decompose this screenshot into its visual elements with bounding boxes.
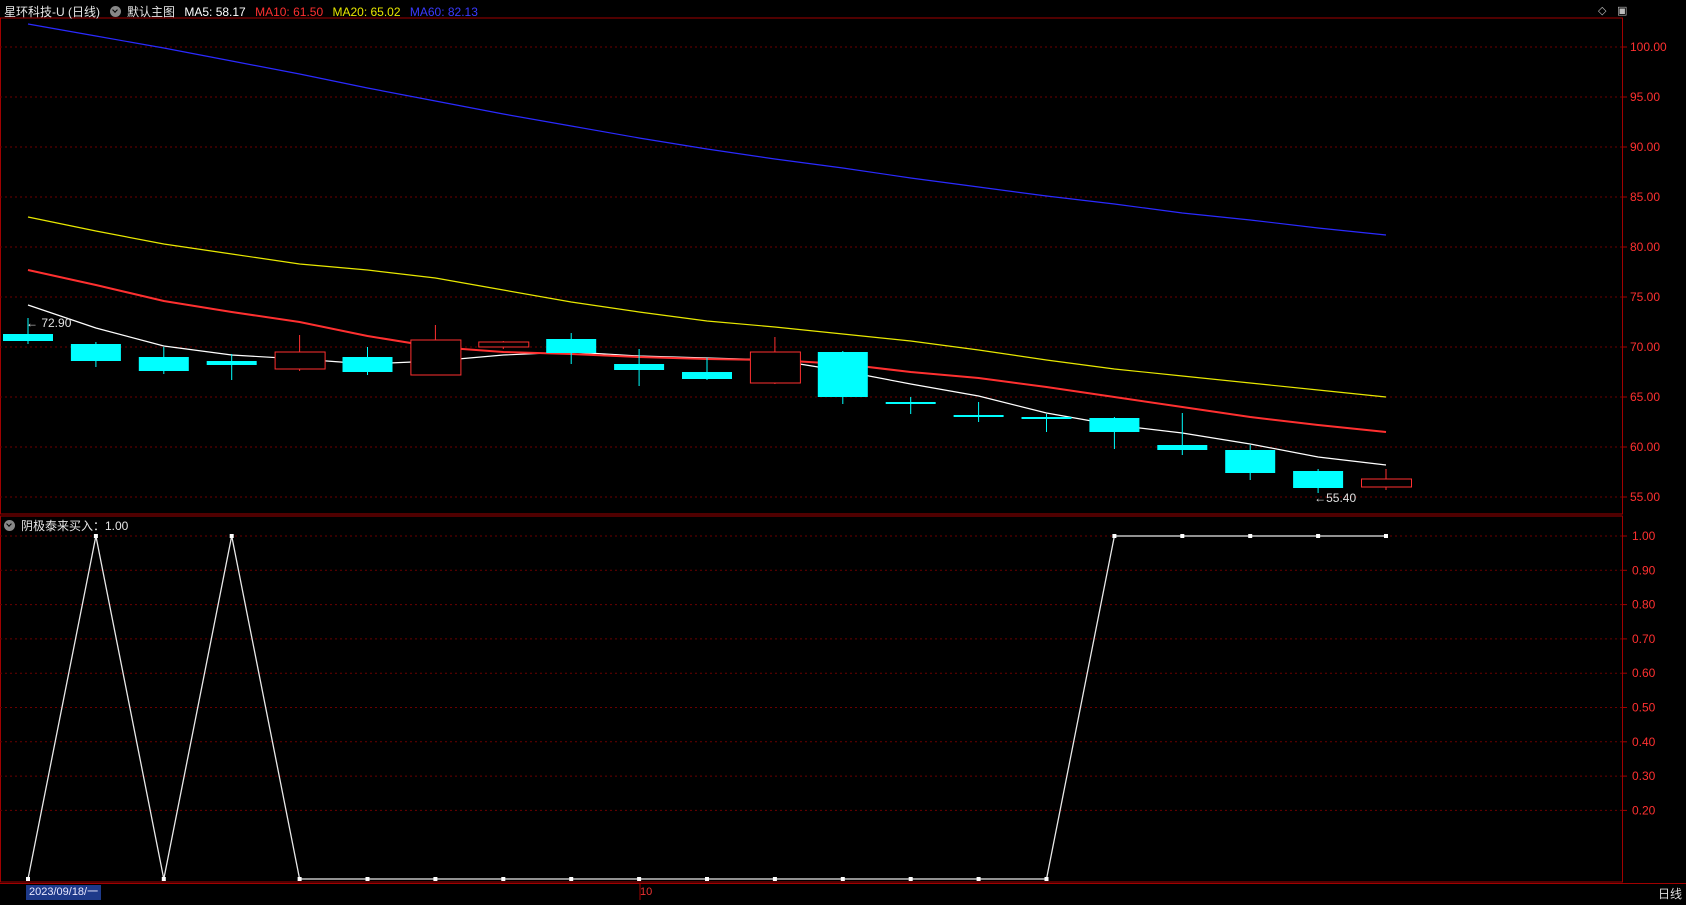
month-tick-label: 10: [640, 886, 653, 898]
candle-body[interactable]: [1021, 417, 1072, 419]
candle-body[interactable]: [3, 334, 53, 341]
y-tick-label: 100.00: [1630, 40, 1667, 54]
signal-point: [976, 877, 981, 881]
candle-body[interactable]: [1157, 445, 1208, 450]
candle-body[interactable]: [274, 351, 326, 370]
signal-point: [229, 534, 234, 538]
signal-point: [908, 877, 913, 881]
cursor-date-label: 2023/09/18/一: [26, 885, 102, 900]
candle-body[interactable]: [749, 351, 801, 384]
stock-name[interactable]: 星环科技-U (日线): [4, 5, 100, 19]
indicator-header: 阴极泰来买入：1.00: [4, 517, 134, 534]
signal-point: [26, 877, 30, 881]
candle-body[interactable]: [1225, 450, 1276, 473]
stock-chart[interactable]: 100.00 95.00 90.00 85.00 80.00 75.00 70.00 65.0…: [0, 0, 1686, 905]
signal-point: [297, 877, 302, 881]
signal-point: [1384, 534, 1388, 538]
y-tick-label: 80.00: [1630, 240, 1660, 254]
main-chart-label[interactable]: 默认主图: [127, 5, 175, 19]
candle-body[interactable]: [1361, 478, 1412, 488]
y-tick-label: 65.00: [1630, 390, 1660, 404]
y-tick-label: 55.00: [1630, 490, 1660, 504]
y-tick-label: 70.00: [1630, 340, 1660, 354]
signal-point: [772, 877, 777, 881]
signal-point: [705, 877, 709, 881]
y-tick-label: 75.00: [1630, 290, 1660, 304]
ma60-label: MA60: 82.13: [409, 5, 478, 19]
indicator-dropdown-icon[interactable]: [4, 520, 15, 531]
diamond-icon[interactable]: ◇: [1598, 4, 1606, 17]
candle-body[interactable]: [953, 415, 1004, 417]
y-tick-label: 0.80: [1632, 598, 1656, 612]
y-tick-label: 0.30: [1632, 769, 1656, 783]
signal-point: [1112, 534, 1117, 538]
candle-body[interactable]: [478, 341, 530, 348]
signal-point: [569, 877, 574, 881]
indicator-label: 阴极泰来买入：1.00: [21, 519, 129, 533]
indicator-plot-frame: [0, 515, 1623, 883]
y-tick-label: 90.00: [1630, 140, 1660, 154]
candle-body[interactable]: [885, 402, 936, 404]
candle-body[interactable]: [1293, 471, 1344, 488]
y-tick-label: 0.40: [1632, 735, 1656, 749]
candle-body[interactable]: [817, 352, 868, 397]
period-label[interactable]: 日线: [1658, 885, 1682, 902]
ma-line-ma60: [27, 23, 1387, 236]
signal-point: [433, 877, 438, 881]
candle-body[interactable]: [70, 344, 121, 361]
candle-body[interactable]: [682, 372, 732, 379]
candle-body[interactable]: [614, 364, 665, 370]
maximize-icon[interactable]: ▣: [1617, 4, 1627, 17]
signal-point: [1180, 534, 1185, 538]
ma20-label: MA20: 65.02: [332, 5, 401, 19]
y-tick-label: 0.60: [1632, 666, 1656, 680]
signal-point: [1044, 877, 1049, 881]
candle-body[interactable]: [206, 361, 257, 365]
dropdown-icon[interactable]: [110, 6, 121, 17]
y-tick-label: 1.00: [1632, 529, 1656, 543]
chart-header: 星环科技-U (日线) 默认主图 MA5: 58.17 MA10: 61.50 M…: [4, 3, 484, 20]
signal-point: [637, 877, 642, 881]
candle-body[interactable]: [342, 357, 393, 372]
signal-point: [93, 534, 98, 538]
y-tick-label: 0.90: [1632, 563, 1656, 577]
candle-body[interactable]: [546, 339, 597, 353]
y-tick-label: 60.00: [1630, 440, 1660, 454]
high-price-label: ← 72.90: [26, 316, 72, 330]
ma-line-ma10: [27, 269, 1387, 433]
signal-point: [161, 877, 166, 881]
signal-point: [840, 877, 845, 881]
signal-point: [365, 877, 370, 881]
main-plot-frame: [0, 17, 1623, 515]
candle-body[interactable]: [1089, 418, 1140, 432]
y-tick-label: 0.50: [1632, 701, 1656, 715]
ma5-label: MA5: 58.17: [184, 5, 246, 19]
y-tick-label: 0.20: [1632, 803, 1656, 817]
ma10-label: MA10: 61.50: [255, 5, 324, 19]
candle-body[interactable]: [138, 357, 189, 371]
low-price-label: ←55.40: [1314, 491, 1356, 505]
y-tick-label: 85.00: [1630, 190, 1660, 204]
y-tick-label: 95.00: [1630, 90, 1660, 104]
candle-body[interactable]: [410, 339, 462, 376]
y-tick-label: 0.70: [1632, 632, 1656, 646]
signal-point: [1316, 534, 1321, 538]
signal-point: [1248, 534, 1253, 538]
signal-point: [501, 877, 506, 881]
